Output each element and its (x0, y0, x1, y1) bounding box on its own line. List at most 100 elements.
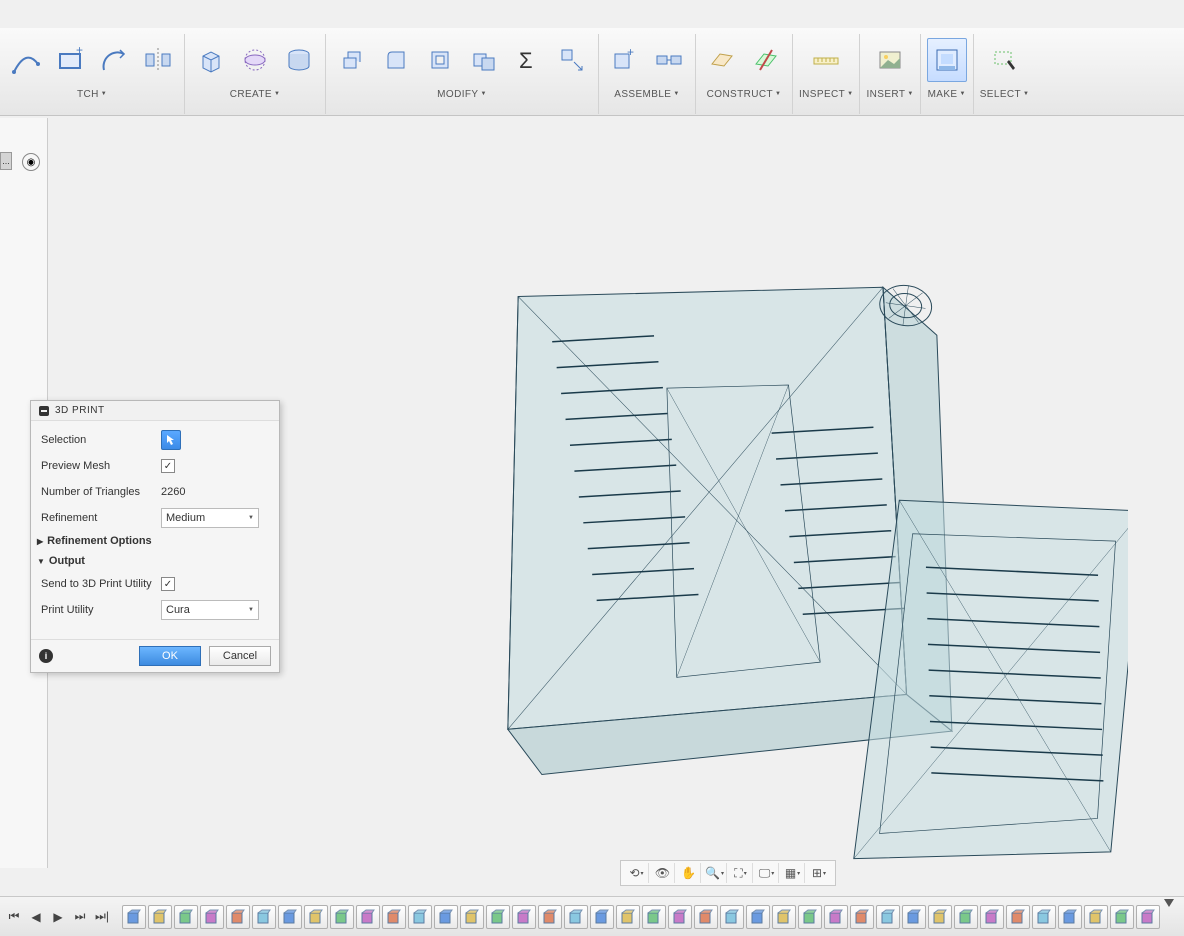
timeline-feature-item[interactable] (200, 905, 224, 929)
group-modify: Σ MODIFY▼ (326, 34, 599, 114)
timeline-feature-item[interactable] (798, 905, 822, 929)
timeline-feature-item[interactable] (486, 905, 510, 929)
timeline-feature-item[interactable] (356, 905, 380, 929)
timeline-feature-item[interactable] (772, 905, 796, 929)
timeline-feature-item[interactable] (408, 905, 432, 929)
component-icon[interactable]: + (605, 38, 645, 82)
timeline-feature-item[interactable] (512, 905, 536, 929)
grid-icon[interactable]: ▦▾ (781, 863, 805, 883)
timeline-feature-item[interactable] (148, 905, 172, 929)
sweep-icon[interactable] (279, 38, 319, 82)
timeline-feature-item[interactable] (330, 905, 354, 929)
sketch-arc-icon[interactable] (94, 38, 134, 82)
timeline-feature-item[interactable] (1058, 905, 1082, 929)
timeline-feature-item[interactable] (954, 905, 978, 929)
sketch-mirror-icon[interactable] (138, 38, 178, 82)
group-inspect: INSPECT▼ (793, 34, 860, 114)
sigma-icon[interactable]: Σ (508, 38, 548, 82)
pan-icon[interactable]: ✋ (677, 863, 701, 883)
timeline-marker-icon[interactable] (1164, 899, 1174, 907)
timeline-feature-item[interactable] (122, 905, 146, 929)
timeline-feature-item[interactable] (538, 905, 562, 929)
dialog-header[interactable]: 3D PRINT (31, 401, 279, 421)
collapse-icon[interactable] (39, 406, 49, 416)
group-label-select[interactable]: SELECT▼ (980, 86, 1030, 102)
timeline-feature-item[interactable] (928, 905, 952, 929)
fit-icon[interactable]: ⛶▾ (729, 863, 753, 883)
align-icon[interactable] (552, 38, 592, 82)
timeline-feature-item[interactable] (278, 905, 302, 929)
timeline-feature-item[interactable] (824, 905, 848, 929)
zoom-icon[interactable]: 🔍▾ (703, 863, 727, 883)
timeline-feature-item[interactable] (850, 905, 874, 929)
timeline-feature-item[interactable] (434, 905, 458, 929)
timeline-feature-item[interactable] (252, 905, 276, 929)
timeline-feature-item[interactable] (304, 905, 328, 929)
presspull-icon[interactable] (332, 38, 372, 82)
axis-icon[interactable] (746, 38, 786, 82)
group-label-make[interactable]: MAKE▼ (928, 86, 966, 102)
info-icon[interactable]: i (39, 649, 53, 663)
selection-picker-button[interactable] (161, 430, 181, 450)
orbit-icon[interactable]: ⟲▾ (625, 863, 649, 883)
viewports-icon[interactable]: ⊞▾ (807, 863, 831, 883)
ok-button[interactable]: OK (139, 646, 201, 666)
combine-icon[interactable] (464, 38, 504, 82)
timeline-feature-item[interactable] (460, 905, 484, 929)
group-label-construct[interactable]: CONSTRUCT▼ (707, 86, 782, 102)
sketch-rect-icon[interactable]: + (50, 38, 90, 82)
timeline-feature-item[interactable] (382, 905, 406, 929)
group-label-modify[interactable]: MODIFY▼ (437, 86, 487, 102)
timeline-feature-item[interactable] (1136, 905, 1160, 929)
timeline-end-icon[interactable]: ⏭| (92, 907, 112, 927)
sketch-line-icon[interactable] (6, 38, 46, 82)
group-label-assemble[interactable]: ASSEMBLE▼ (614, 86, 679, 102)
plane-icon[interactable] (702, 38, 742, 82)
timeline-feature-item[interactable] (1006, 905, 1030, 929)
group-label-create[interactable]: CREATE▼ (230, 86, 281, 102)
group-label-insert[interactable]: INSERT▼ (866, 86, 913, 102)
timeline-rewind-start-icon[interactable]: ⏮ (4, 907, 24, 927)
timeline-feature-item[interactable] (746, 905, 770, 929)
timeline-feature-item[interactable] (1032, 905, 1056, 929)
refinement-options-header[interactable]: ▶Refinement Options (31, 531, 279, 551)
look-icon[interactable]: 👁 (651, 863, 675, 883)
timeline-step-fwd-icon[interactable]: ⏭ (70, 907, 90, 927)
group-label-sketch[interactable]: TCH▼ (77, 86, 107, 102)
timeline-play-icon[interactable]: ▶ (48, 907, 68, 927)
output-header[interactable]: ▼Output (31, 551, 279, 571)
shell-icon[interactable] (420, 38, 460, 82)
timeline-feature-item[interactable] (174, 905, 198, 929)
timeline-feature-item[interactable] (564, 905, 588, 929)
timeline-feature-item[interactable] (694, 905, 718, 929)
timeline-feature-item[interactable] (590, 905, 614, 929)
timeline-feature-item[interactable] (668, 905, 692, 929)
insert-image-icon[interactable] (870, 38, 910, 82)
display-settings-icon[interactable]: 🖵▾ (755, 863, 779, 883)
timeline-feature-item[interactable] (616, 905, 640, 929)
sidebar-collapse-tab[interactable]: … (0, 152, 12, 170)
select-icon[interactable] (985, 38, 1025, 82)
timeline-step-back-icon[interactable]: ◀ (26, 907, 46, 927)
pin-icon[interactable]: ◉ (22, 153, 40, 171)
timeline-feature-item[interactable] (876, 905, 900, 929)
timeline-feature-item[interactable] (902, 905, 926, 929)
timeline-feature-item[interactable] (642, 905, 666, 929)
timeline-feature-item[interactable] (1110, 905, 1134, 929)
group-label-inspect[interactable]: INSPECT▼ (799, 86, 853, 102)
refinement-select[interactable]: Medium▼ (161, 508, 259, 528)
timeline-feature-item[interactable] (1084, 905, 1108, 929)
print-utility-select[interactable]: Cura▼ (161, 600, 259, 620)
timeline-feature-item[interactable] (980, 905, 1004, 929)
joint-icon[interactable] (649, 38, 689, 82)
revolve-icon[interactable] (235, 38, 275, 82)
timeline-feature-item[interactable] (720, 905, 744, 929)
send-utility-checkbox[interactable]: ✓ (161, 577, 175, 591)
extrude-icon[interactable] (191, 38, 231, 82)
timeline-feature-item[interactable] (226, 905, 250, 929)
measure-icon[interactable] (806, 38, 846, 82)
cancel-button[interactable]: Cancel (209, 646, 271, 666)
3d-print-icon[interactable] (927, 38, 967, 82)
preview-mesh-checkbox[interactable]: ✓ (161, 459, 175, 473)
fillet-icon[interactable] (376, 38, 416, 82)
